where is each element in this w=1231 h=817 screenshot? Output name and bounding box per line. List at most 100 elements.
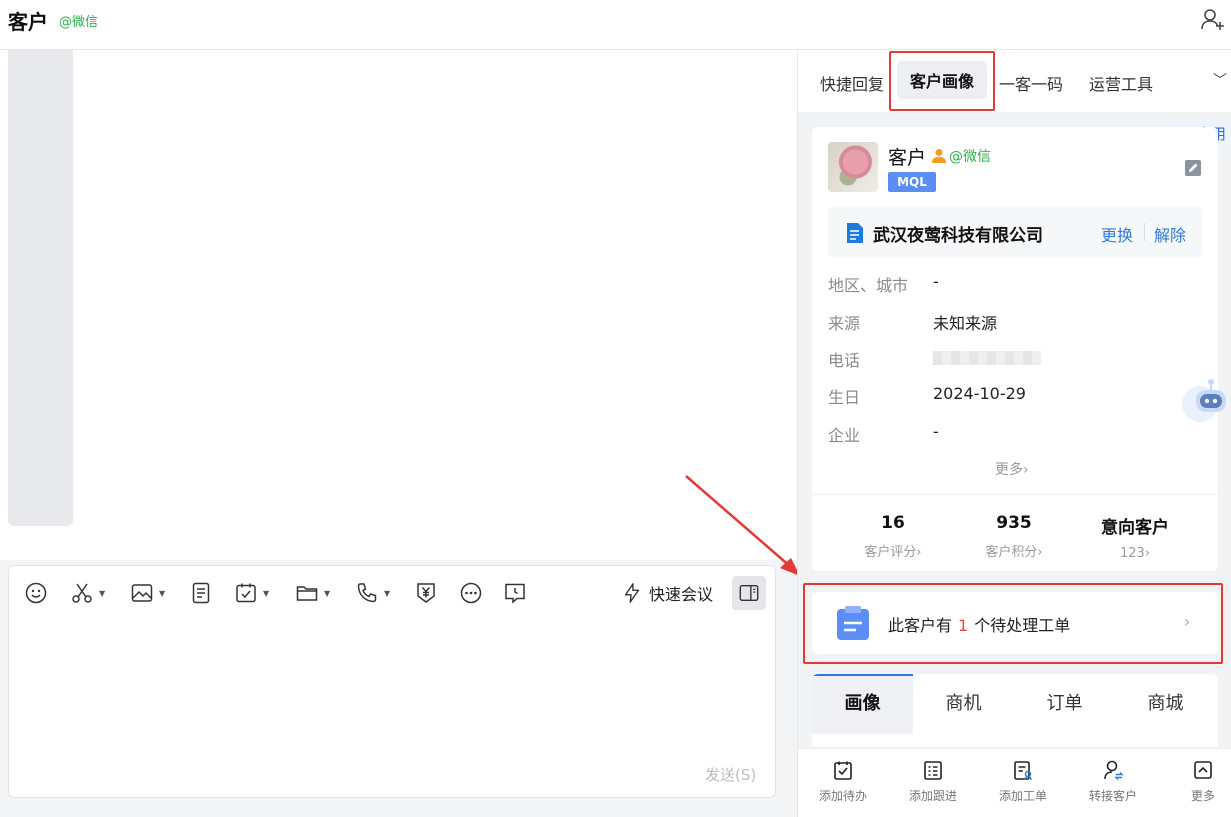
sub-tab-order[interactable]: 订单	[1014, 674, 1115, 734]
action-label: 添加跟进	[908, 789, 957, 803]
chevron-right-icon: ›	[1184, 612, 1191, 631]
field-value: -	[933, 422, 939, 441]
chevron-right-icon: ›	[1023, 462, 1029, 478]
chevron-down-icon[interactable]: ▼	[263, 589, 269, 598]
ticket-suffix: 个待处理工单	[974, 616, 1071, 635]
followup-icon	[924, 761, 942, 780]
field-region: 地区、城市 -	[828, 272, 1198, 295]
action-label: 更多	[1190, 789, 1215, 803]
side-panel-icon	[739, 584, 759, 602]
stat-label: 客户评分	[864, 545, 917, 560]
field-value: 未知来源	[933, 314, 998, 333]
more-fields-link[interactable]: 更多›	[995, 459, 1029, 479]
file-button[interactable]: ▼	[295, 580, 330, 606]
field-label: 电话	[828, 351, 861, 370]
more-circle-icon	[460, 582, 482, 604]
emoji-button[interactable]	[24, 580, 48, 606]
note-button[interactable]	[189, 580, 213, 606]
field-value: -	[933, 272, 939, 291]
divider	[1144, 223, 1145, 241]
field-value: 2024-10-29	[933, 384, 1026, 403]
payment-button[interactable]	[414, 580, 438, 606]
image-icon	[131, 584, 153, 602]
customer-source-tag: @微信	[949, 149, 991, 165]
edit-icon[interactable]	[1184, 159, 1202, 177]
screenshot-button[interactable]: ▼	[70, 580, 105, 606]
redacted-phone	[933, 351, 1041, 365]
unlink-company-link[interactable]: 解除	[1154, 222, 1186, 246]
yuan-shield-icon	[417, 583, 435, 603]
pending-ticket-text: 此客户有 1 个待处理工单	[888, 612, 1070, 636]
tab-customer-profile[interactable]: 客户画像	[897, 61, 987, 99]
call-button[interactable]: ▼	[355, 580, 390, 606]
quick-meeting-label: 快速会议	[649, 585, 714, 604]
stat-value: 意向客户	[1101, 518, 1169, 538]
sub-tab-opportunity[interactable]: 商机	[913, 674, 1014, 734]
chevron-down-icon[interactable]: ▼	[99, 589, 105, 598]
field-label: 地区、城市	[828, 276, 909, 295]
add-followup-button[interactable]: 添加跟进	[898, 759, 968, 804]
pending-ticket-card[interactable]: 此客户有 1 个待处理工单 ›	[812, 592, 1218, 654]
sub-tab-profile[interactable]: 画像	[812, 674, 913, 734]
tab-quick-reply[interactable]: 快捷回复	[820, 71, 884, 95]
stat-label-link[interactable]: 客户积分›	[954, 541, 1074, 560]
chevron-right-icon: ›	[1144, 546, 1151, 561]
send-button[interactable]: 发送(S)	[705, 764, 756, 785]
field-birthday: 生日 2024-10-29	[828, 384, 1198, 407]
document-icon	[192, 582, 210, 604]
schedule-button[interactable]: ▼	[234, 580, 269, 606]
chevron-down-icon[interactable]: ▼	[384, 589, 390, 598]
emoji-icon	[25, 582, 47, 604]
add-todo-button[interactable]: 添加待办	[808, 759, 878, 804]
profile-sub-tabs: 画像 商机 订单 商城	[812, 674, 1218, 747]
add-user-icon[interactable]	[1200, 7, 1226, 33]
company-icon	[847, 223, 863, 243]
field-enterprise: 企业 -	[828, 422, 1198, 445]
customer-profile-card: 客户 @微信 MQL 武汉夜莺科技有限公司 更换 解除 地区、城市 - 来源 未…	[812, 127, 1218, 571]
chat-title: 客户	[8, 10, 48, 34]
ticket-prefix: 此客户有	[888, 616, 953, 635]
stat-label: 客户积分	[985, 545, 1038, 560]
person-icon	[932, 149, 946, 163]
chevron-down-icon[interactable]: ▼	[159, 589, 165, 598]
chat-column: ▼ ▼ ▼ ▼ ▼ 快速会议 发送(S)	[0, 50, 797, 817]
chevron-down-icon[interactable]: ﹀	[1213, 70, 1227, 90]
tab-ops-tools[interactable]: 运营工具	[1089, 71, 1153, 95]
tab-one-customer-one-code[interactable]: 一客一码	[999, 71, 1063, 95]
field-label: 生日	[828, 388, 861, 407]
app-root: 客户 @微信 ▼ ▼ ▼ ▼ ▼ 快速会议 发送(S) 快捷回复 客户画像 一客…	[0, 0, 1231, 817]
quick-meeting-button[interactable]: 快速会议	[621, 580, 713, 606]
todo-icon	[834, 761, 852, 780]
clipboard-icon	[837, 606, 869, 640]
company-name: 武汉夜莺科技有限公司	[873, 226, 1043, 246]
chevron-right-icon: ›	[916, 545, 922, 560]
switch-company-link[interactable]: 更换	[1101, 222, 1133, 246]
folder-icon	[296, 586, 318, 601]
customer-name: 客户	[888, 147, 927, 169]
more-label: 更多	[995, 462, 1023, 478]
add-ticket-button[interactable]: 添加工单	[988, 759, 1058, 804]
phone-icon	[357, 583, 377, 603]
message-input[interactable]	[19, 626, 764, 756]
more-actions-button[interactable]: 更多	[1168, 759, 1231, 804]
transfer-customer-button[interactable]: 转接客户	[1078, 759, 1148, 804]
stat-value: 935	[996, 513, 1032, 533]
stat-label-link[interactable]: 123›	[1075, 546, 1195, 561]
ticket-icon	[1014, 761, 1032, 781]
message-skeleton	[8, 50, 73, 526]
more-tools-button[interactable]	[459, 580, 483, 606]
chevron-down-icon[interactable]: ▼	[324, 589, 330, 598]
ai-assistant-icon[interactable]	[1178, 375, 1231, 429]
clock-message-icon	[505, 583, 525, 604]
sub-tab-mall[interactable]: 商城	[1115, 674, 1216, 734]
customer-stats: 16 客户评分› 935 客户积分› 意向客户 123›	[812, 494, 1218, 571]
reminder-button[interactable]	[503, 580, 527, 606]
message-area[interactable]	[0, 50, 797, 560]
image-button[interactable]: ▼	[130, 580, 165, 606]
chevron-right-icon: ›	[1037, 545, 1043, 560]
field-phone: 电话	[828, 347, 1198, 370]
stat-label-link[interactable]: 客户评分›	[833, 541, 953, 560]
side-panel-toggle-button[interactable]	[732, 576, 766, 610]
more-icon	[1194, 761, 1212, 779]
stat-score: 16 客户评分›	[833, 513, 953, 560]
